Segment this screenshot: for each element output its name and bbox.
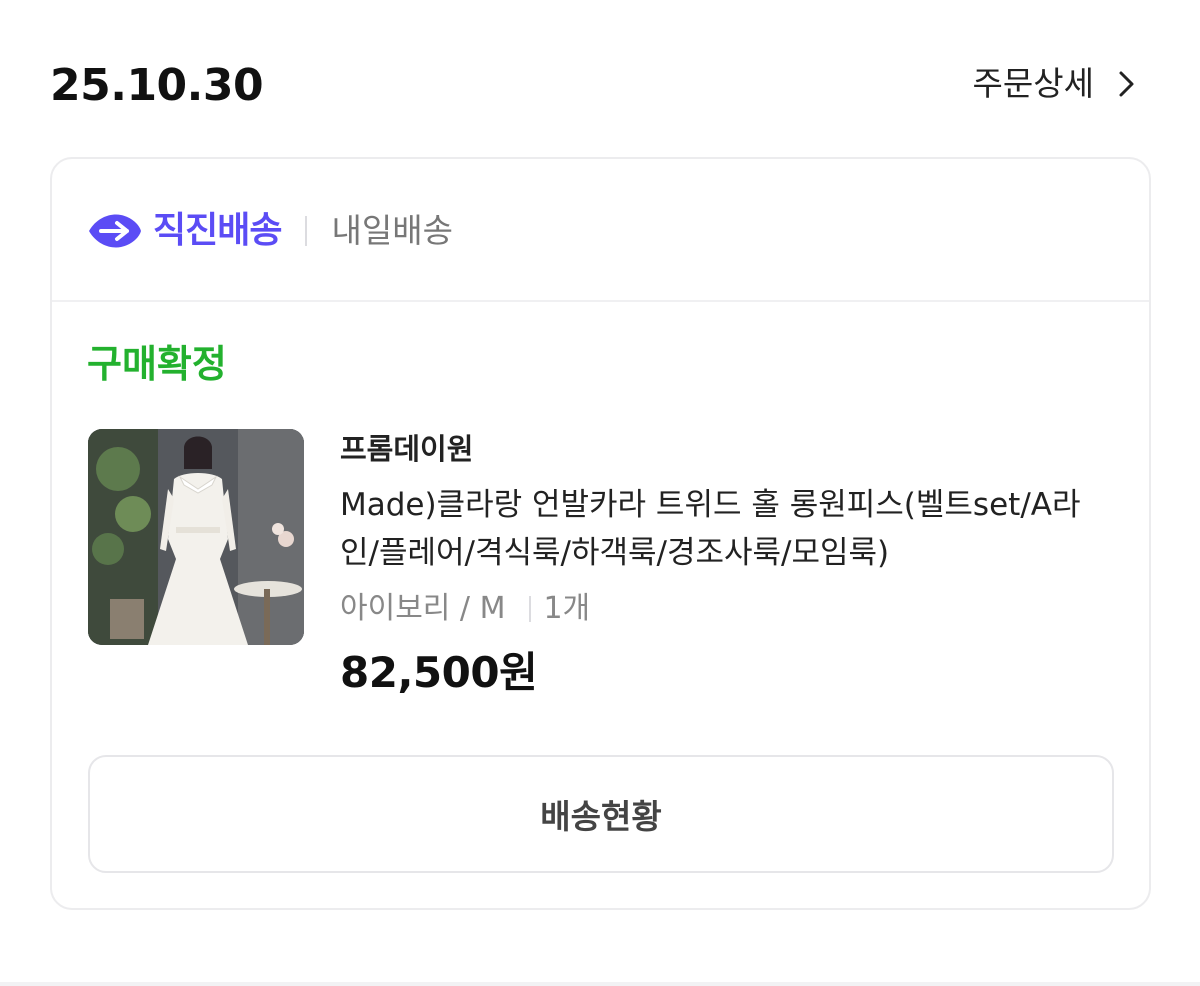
delivery-status-label: 배송현황 <box>540 797 662 836</box>
product-info: 프롬데이원 Made)클라랑 언발카라 트위드 홀 롱원피스(벨트set/A라인… <box>340 427 1120 699</box>
order-detail-link[interactable]: 주문상세 <box>973 60 1140 108</box>
seller-name[interactable]: 프롬데이원 <box>340 427 1120 471</box>
order-status: 구매확정 <box>87 342 227 386</box>
delivery-type-label: 내일배송 <box>331 211 453 250</box>
order-detail-label: 주문상세 <box>972 64 1094 103</box>
product-option: 아이보리 / M <box>340 591 506 626</box>
delivery-brand: 직진배송 내일배송 <box>87 211 453 251</box>
order-card: 직진배송 내일배송 구매확정 프롬데이원 Made)클라랑 언발카라 트위드 홀… <box>50 157 1151 910</box>
direct-delivery-icon <box>87 211 143 251</box>
product-title[interactable]: Made)클라랑 언발카라 트위드 홀 롱원피스(벨트set/A라인/플레어/격… <box>340 481 1105 577</box>
product-image[interactable] <box>88 429 304 645</box>
delivery-brand-label: 직진배송 <box>153 210 282 251</box>
header-divider <box>305 216 308 246</box>
option-divider <box>529 596 532 622</box>
delivery-header: 직진배송 내일배송 <box>52 159 1149 302</box>
order-date: 25.10.30 <box>50 60 264 111</box>
product-quantity: 1개 <box>543 591 591 626</box>
product-option-row: 아이보리 / M 1개 <box>340 587 1120 631</box>
delivery-status-button[interactable]: 배송현황 <box>88 755 1114 873</box>
product-price: 82,500원 <box>340 648 538 697</box>
order-header: 25.10.30 주문상세 <box>0 0 1200 158</box>
chevron-right-icon <box>1112 70 1140 98</box>
section-divider <box>0 982 1200 986</box>
